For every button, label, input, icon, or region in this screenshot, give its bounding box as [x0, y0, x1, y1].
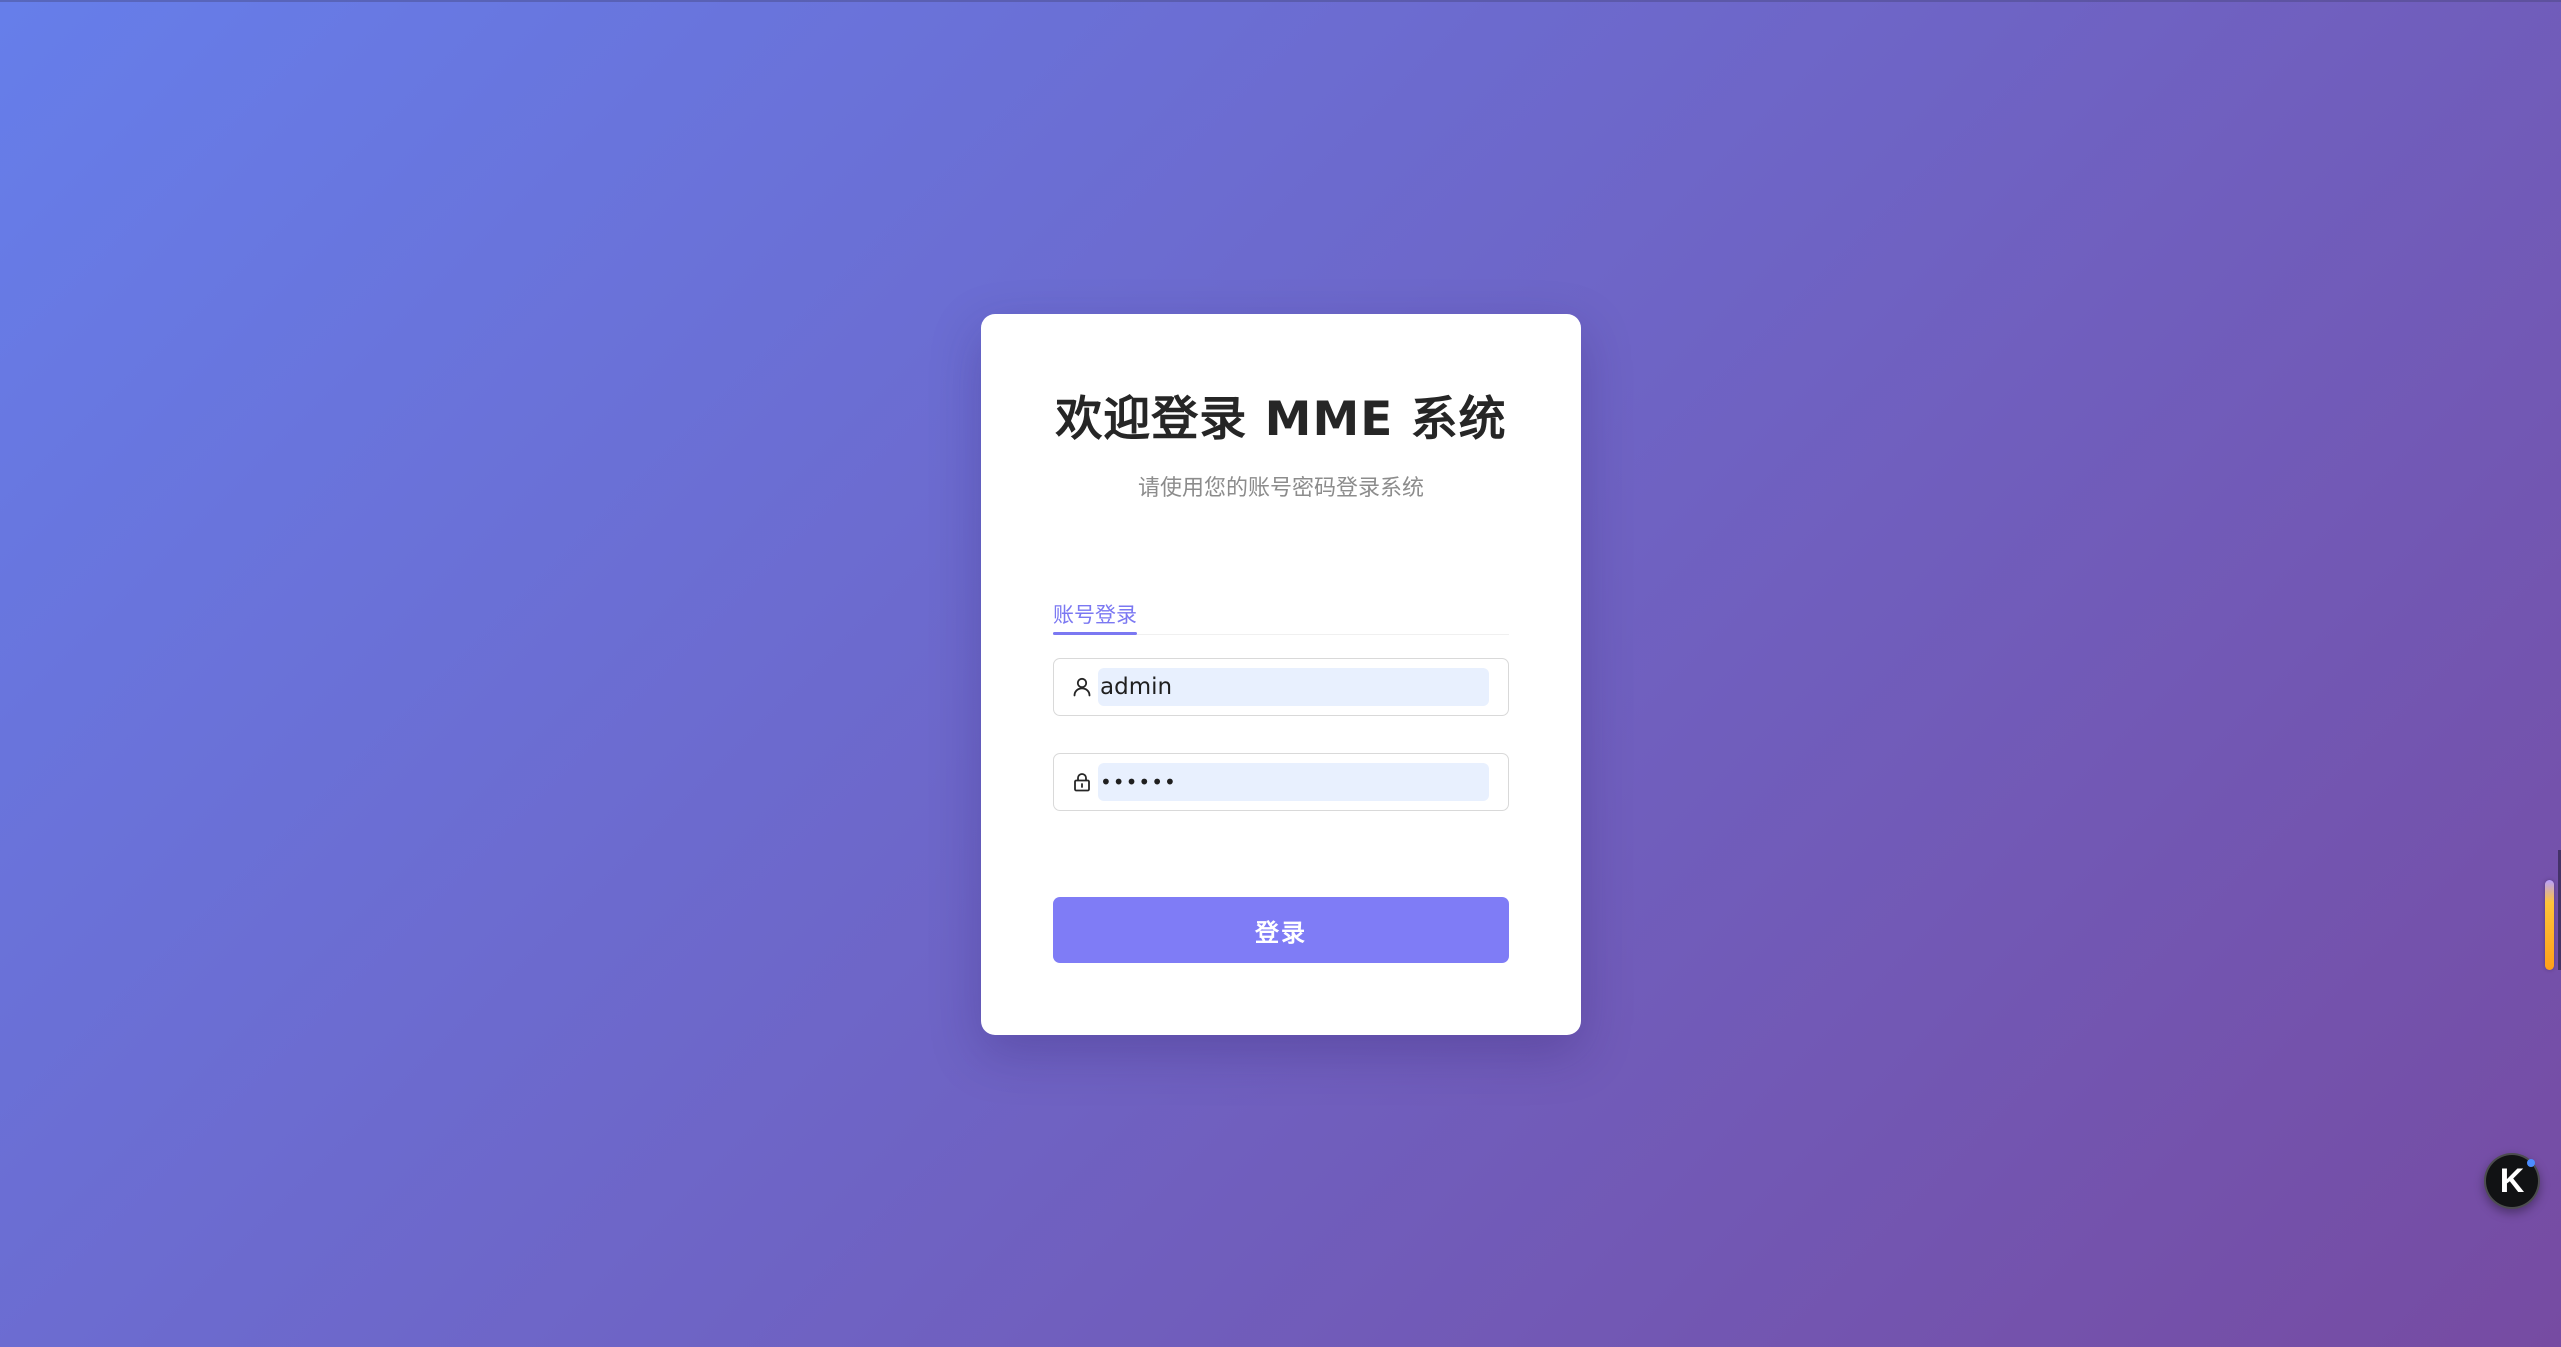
user-icon — [1070, 675, 1094, 699]
page-title: 欢迎登录 MME 系统 — [1055, 392, 1507, 447]
status-dot — [2527, 1159, 2535, 1167]
tab-account-login[interactable]: 账号登录 — [1053, 582, 1137, 632]
login-card: 欢迎登录 MME 系统 请使用您的账号密码登录系统 账号登录 登录 — [981, 314, 1581, 1035]
username-input[interactable] — [1100, 668, 1486, 706]
top-border — [0, 0, 2561, 2]
tab-active-indicator — [1053, 632, 1137, 635]
login-button[interactable]: 登录 — [1053, 897, 1509, 963]
side-scroll-handle[interactable] — [2545, 880, 2554, 970]
login-tabs: 账号登录 — [1053, 582, 1509, 635]
page-subtitle: 请使用您的账号密码登录系统 — [1137, 476, 1424, 501]
floating-assistant-button[interactable]: K — [2484, 1153, 2540, 1209]
password-field[interactable] — [1053, 753, 1509, 811]
lock-icon — [1070, 770, 1094, 794]
username-field[interactable] — [1053, 658, 1509, 716]
password-input[interactable] — [1100, 763, 1486, 801]
